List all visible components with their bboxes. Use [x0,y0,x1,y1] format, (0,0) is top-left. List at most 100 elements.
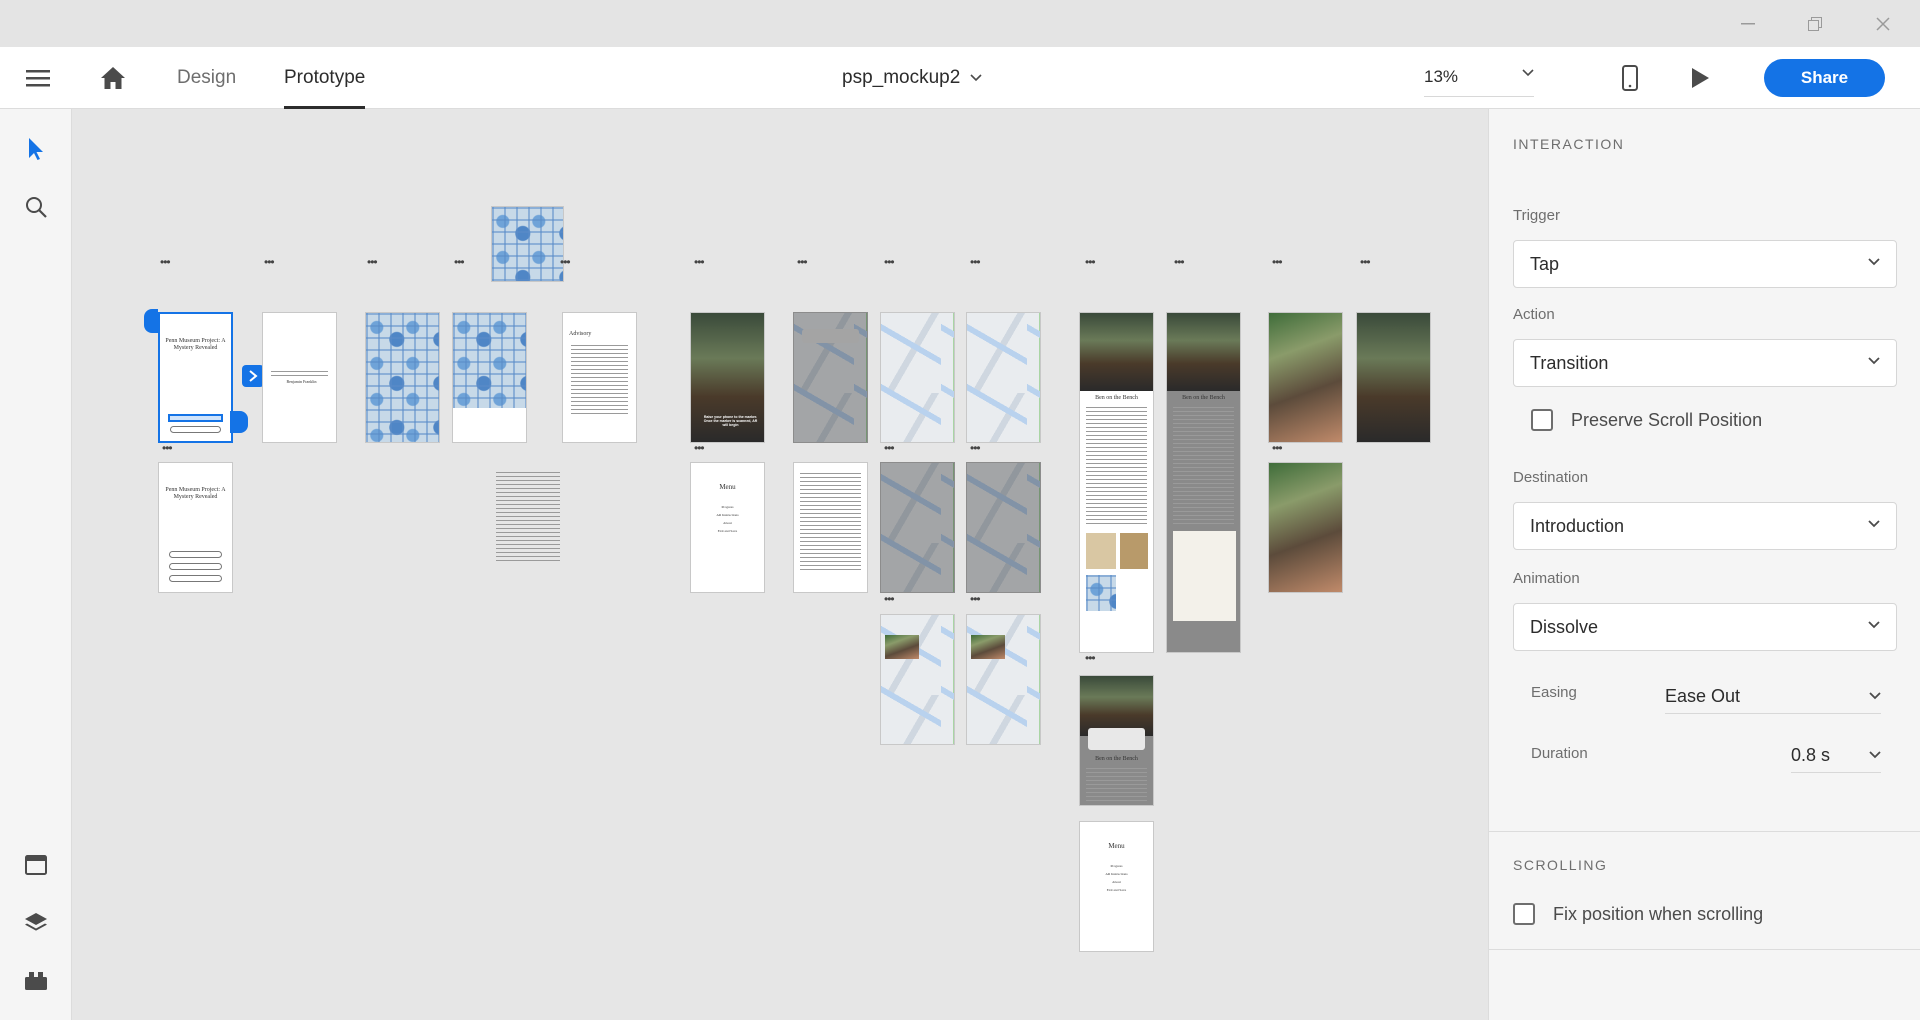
artboard-map-dialog[interactable] [793,312,868,443]
tab-prototype[interactable]: Prototype [284,47,366,109]
artboard-handle[interactable]: ••• [1360,256,1371,268]
artboard-ar-c[interactable] [1356,312,1431,443]
share-button[interactable]: Share [1764,59,1885,97]
artboard-intro[interactable]: Penn Museum Project: A Mystery Revealed [158,312,233,443]
artboard-map-a[interactable] [365,312,440,443]
action-label: Action [1513,306,1555,323]
bench-title: Ben on the Bench [1095,756,1138,762]
fix-position-checkbox[interactable] [1513,903,1535,925]
artboard-map-modal-b[interactable] [966,462,1041,593]
artboard-handle[interactable]: ••• [970,593,981,605]
artboard-handle[interactable]: ••• [1085,652,1096,664]
artboard-handle[interactable]: ••• [367,256,378,268]
easing-select[interactable]: Ease Out [1665,680,1881,714]
destination-select[interactable]: Introduction [1513,502,1897,550]
zoom-select[interactable]: 13% [1424,57,1534,97]
select-arrow-icon[interactable] [22,135,50,163]
artboard-handle[interactable]: ••• [884,256,895,268]
home-indicator [144,309,158,333]
bench-document [1086,533,1116,569]
dialog-box [802,329,859,343]
destination-label: Destination [1513,469,1589,486]
design-canvas[interactable]: ••• Penn Museum Project: A Mystery Revea… [72,109,1488,1020]
artboard-route-d[interactable] [966,614,1041,745]
duration-select[interactable]: 0.8 s [1791,739,1881,773]
animation-select[interactable]: Dissolve [1513,603,1897,651]
artboard-handle[interactable]: ••• [1085,256,1096,268]
preserve-scroll-row[interactable]: Preserve Scroll Position [1531,409,1762,431]
artboard-handle[interactable]: ••• [1272,256,1283,268]
bench-letter [1120,533,1148,569]
fix-position-row[interactable]: Fix position when scrolling [1513,903,1763,925]
app-toolbar: Design Prototype psp_mockup2 13% Share [0,47,1920,109]
artboard-menu-start[interactable]: Penn Museum Project: A Mystery Revealed [158,462,233,593]
artboard-ar-a[interactable]: Raise your phone to the marker. Once the… [690,312,765,443]
artboard-map-modal-a[interactable] [880,462,955,593]
artboard-bench-c[interactable]: Ben on the Bench [1079,675,1154,806]
artboard-quote[interactable]: Benjamin Franklin [262,312,337,443]
artboard-handle[interactable]: ••• [694,256,705,268]
artboard-route-b[interactable] [966,312,1041,443]
action-select[interactable]: Transition [1513,339,1897,387]
layers-icon[interactable] [22,909,50,937]
document-title-text: psp_mockup2 [842,67,961,88]
interaction-section-title: INTERACTION [1513,136,1625,152]
artboard-ar-b[interactable] [1268,312,1343,443]
artboard-handle[interactable]: ••• [970,256,981,268]
animation-label: Animation [1513,570,1580,587]
bench-photo [1167,313,1240,391]
tab-design[interactable]: Design [177,47,236,109]
menu-item: Progress [1110,864,1123,868]
trigger-label: Trigger [1513,207,1560,224]
about-pill [170,426,221,433]
artboard-advisory[interactable]: Advisory [562,312,637,443]
wire-connector[interactable] [242,365,264,387]
continue-pill [169,563,222,570]
chevron-down-icon [1869,751,1881,759]
artboard-handle[interactable]: ••• [454,256,465,268]
artboard-handle[interactable]: ••• [970,442,981,454]
search-icon[interactable] [22,193,50,221]
minimize-icon[interactable] [1733,10,1763,38]
artboard-menu-a[interactable]: Menu Progress AR Instructions About Exit… [690,462,765,593]
start-tour-hotspot[interactable] [168,414,223,422]
map-thumbnail[interactable] [491,206,564,282]
home-icon[interactable] [98,64,128,92]
artboard-bench-b[interactable]: Ben on the Bench [1166,312,1241,653]
advisory-title: Advisory [569,331,592,337]
artboard-handle[interactable]: ••• [160,256,171,268]
play-icon[interactable] [1686,63,1714,93]
restore-icon[interactable] [1800,10,1830,38]
plugins-icon[interactable] [22,967,50,995]
artboard-map-b[interactable] [452,312,527,443]
artboard-handle[interactable]: ••• [560,256,571,268]
artboard-text-list[interactable] [793,462,868,593]
artboard-icon[interactable] [22,851,50,879]
document-title[interactable]: psp_mockup2 [842,47,982,109]
menu-item: Progress [721,505,734,509]
trigger-select[interactable]: Tap [1513,240,1897,288]
mobile-preview-icon[interactable] [1618,63,1642,93]
close-icon[interactable] [1868,10,1898,38]
route-photo [885,635,919,659]
quote-text [271,371,328,379]
artboard-menu-b[interactable]: Menu Progress AR Instructions About Exit… [1079,821,1154,952]
artboard-handle[interactable]: ••• [694,442,705,454]
artboard-handle[interactable]: ••• [884,593,895,605]
wire-source [230,411,248,433]
artboard-route-c[interactable] [880,614,955,745]
artboard-handle[interactable]: ••• [1272,442,1283,454]
artboard-ar-d[interactable] [1268,462,1343,593]
artboard-handle[interactable]: ••• [797,256,808,268]
bench-map [1086,575,1116,611]
hamburger-menu-icon[interactable] [24,65,52,91]
artboard-handle[interactable]: ••• [884,442,895,454]
artboard-handle[interactable]: ••• [264,256,275,268]
action-value: Transition [1530,352,1609,373]
artboard-handle[interactable]: ••• [162,442,173,454]
destination-value: Introduction [1530,515,1625,536]
artboard-route-a[interactable] [880,312,955,443]
preserve-scroll-checkbox[interactable] [1531,409,1553,431]
artboard-bench-a[interactable]: Ben on the Bench [1079,312,1154,653]
artboard-handle[interactable]: ••• [1174,256,1185,268]
